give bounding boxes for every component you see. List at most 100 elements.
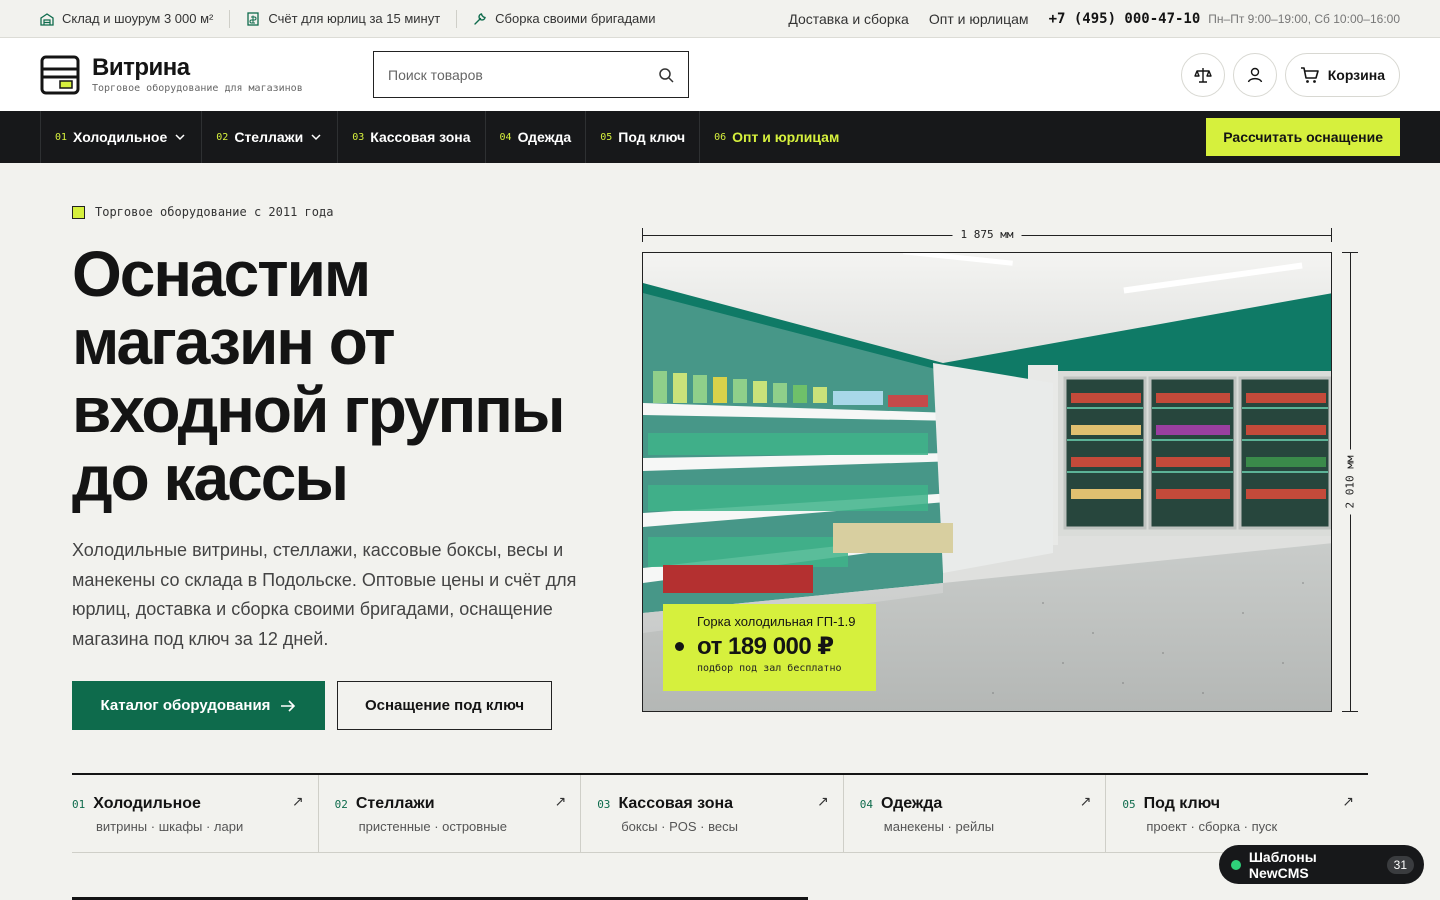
chevron-down-icon (175, 134, 185, 141)
bullet-icon (675, 642, 684, 651)
category-number: 05 (1122, 798, 1136, 811)
compare-button[interactable] (1180, 52, 1225, 97)
topbar-item-assembly: Сборка своими бригадами (473, 11, 655, 26)
nav-item-checkout[interactable]: 03 Кассовая зона (337, 111, 484, 163)
phone-link[interactable]: +7 (495) 000-47-10 (1049, 11, 1201, 27)
newcms-templates-badge[interactable]: Шаблоны NewCMS 31 (1219, 845, 1424, 884)
nav-item-number: 01 (55, 131, 68, 143)
category-card-shelving[interactable]: 02 Стеллажи пристенные · островные ↗ (319, 775, 582, 852)
search-icon[interactable] (658, 67, 674, 83)
hero-title-line: до кассы (72, 442, 349, 514)
width-dimension: 1 875 мм (642, 228, 1332, 242)
status-dot-icon (1231, 859, 1241, 870)
category-card-turnkey[interactable]: 05 Под ключ проект · сборка · пуск ↗ (1106, 775, 1368, 852)
product-price-card[interactable]: Горка холодильная ГП-1.9 от 189 000 ₽ по… (663, 604, 876, 691)
nav-item-label: Одежда (517, 129, 572, 145)
product-note: подбор под зал бесплатно (697, 663, 842, 674)
topbar-item-label: Склад и шоурум 3 000 м² (62, 11, 214, 26)
main-nav: 01 Холодильное 02 Стеллажи 03 Кассовая з… (0, 111, 1440, 163)
nav-item-label: Под ключ (618, 129, 686, 145)
warehouse-icon (40, 12, 54, 26)
category-card-clothing[interactable]: 04 Одежда манекены · рейлы ↗ (844, 775, 1107, 852)
logo-subtitle: Торговое оборудование для магазинов (92, 83, 303, 94)
arrow-up-right-icon: ↗ (1079, 793, 1092, 809)
divider (456, 9, 458, 28)
category-number: 02 (334, 798, 348, 811)
eyebrow-text: Торговое оборудование с 2011 года (95, 205, 334, 219)
nav-item-number: 04 (499, 131, 512, 143)
nav-item-turnkey[interactable]: 05 Под ключ (585, 111, 699, 163)
link-delivery[interactable]: Доставка и сборка (788, 11, 909, 27)
arrow-up-right-icon: ↗ (554, 793, 567, 809)
wrench-icon (474, 12, 486, 25)
topbar-item-invoice: Счёт для юрлиц за 15 минут (246, 11, 440, 26)
nav-item-shelving[interactable]: 02 Стеллажи (201, 111, 337, 163)
logo-icon (40, 55, 80, 94)
category-subtitle: проект · сборка · пуск (1146, 819, 1278, 834)
nav-item-number: 05 (600, 131, 613, 143)
nav-item-wholesale[interactable]: 06 Опт и юрлицам (699, 111, 853, 163)
nav-item-clothing[interactable]: 04 Одежда (484, 111, 586, 163)
product-name: Горка холодильная ГП-1.9 (697, 614, 856, 629)
catalog-button-label: Каталог оборудования (100, 697, 271, 714)
nav-item-number: 03 (352, 131, 365, 143)
chevron-down-icon (311, 134, 321, 141)
hero-description: Холодильные витрины, стеллажи, кассовые … (72, 540, 577, 649)
height-dimension: 2 010 мм (1342, 252, 1358, 712)
product-price: от 189 000 ₽ (697, 633, 834, 660)
category-number: 01 (72, 798, 86, 811)
cart-label: Корзина (1327, 66, 1385, 83)
category-number: 03 (597, 798, 611, 811)
working-hours: Пн–Пт 9:00–19:00, Сб 10:00–16:00 (1208, 11, 1400, 26)
category-subtitle: манекены · рейлы (883, 819, 995, 834)
divider (229, 9, 231, 28)
category-title: Холодильное (93, 795, 201, 812)
badge-count: 31 (1386, 855, 1414, 874)
cart-button[interactable]: Корзина (1284, 52, 1400, 97)
hero-title-line: входной группы (72, 374, 566, 446)
hero-title-line: магазин от (72, 306, 396, 378)
hero-eyebrow: Торговое оборудование с 2011 года (72, 205, 333, 219)
turnkey-button[interactable]: Оснащение под ключ (337, 681, 552, 730)
search-box (373, 51, 689, 98)
nav-item-number: 02 (216, 131, 229, 143)
cart-icon (1300, 66, 1319, 83)
nav-item-label: Холодильное (73, 129, 168, 145)
badge-label: Шаблоны NewCMS (1248, 848, 1317, 881)
category-strip: 01 Холодильное витрины · шкафы · лари ↗ 0… (72, 773, 1368, 853)
category-subtitle: пристенные · островные (358, 819, 507, 834)
category-card-checkout[interactable]: 03 Кассовая зона боксы · POS · весы ↗ (581, 775, 844, 852)
category-subtitle: витрины · шкафы · лари (96, 819, 244, 834)
category-title: Одежда (881, 795, 943, 812)
topbar-item-label: Счёт для юрлиц за 15 минут (268, 11, 441, 26)
hero-title-line: Оснастим (72, 238, 371, 310)
site-header: Витрина Торговое оборудование для магази… (0, 38, 1440, 111)
height-dimension-label: 2 010 мм (1343, 449, 1357, 515)
hero-title: Оснастим магазин от входной группы до ка… (72, 240, 632, 512)
accent-square-icon (72, 205, 85, 219)
arrow-right-icon (281, 699, 296, 712)
arrow-up-right-icon: ↗ (817, 793, 829, 809)
account-button[interactable] (1232, 52, 1277, 97)
link-wholesale[interactable]: Опт и юрлицам (929, 11, 1029, 27)
logo[interactable]: Витрина Торговое оборудование для магази… (40, 55, 303, 95)
category-title: Под ключ (1143, 795, 1220, 812)
arrow-up-right-icon: ↗ (291, 793, 304, 809)
category-title: Кассовая зона (618, 795, 734, 812)
nav-item-label: Кассовая зона (370, 129, 471, 145)
calculate-equipment-button[interactable]: Рассчитать оснащение (1206, 118, 1400, 156)
nav-item-label: Опт и юрлицам (732, 129, 840, 145)
category-title: Стеллажи (355, 795, 435, 812)
nav-item-number: 06 (714, 131, 727, 143)
top-info-bar: Склад и шоурум 3 000 м² Счёт для юрлиц з… (0, 0, 1440, 38)
category-card-refrigeration[interactable]: 01 Холодильное витрины · шкафы · лари ↗ (72, 775, 319, 852)
user-icon (1247, 67, 1262, 82)
nav-item-label: Стеллажи (234, 129, 304, 145)
search-input[interactable] (388, 66, 658, 83)
category-subtitle: боксы · POS · весы (621, 819, 738, 834)
arrow-up-right-icon: ↗ (1342, 793, 1354, 809)
category-number: 04 (859, 798, 874, 811)
width-dimension-label: 1 875 мм (952, 228, 1022, 242)
nav-item-refrigeration[interactable]: 01 Холодильное (40, 111, 201, 163)
catalog-button[interactable]: Каталог оборудования (72, 681, 325, 730)
